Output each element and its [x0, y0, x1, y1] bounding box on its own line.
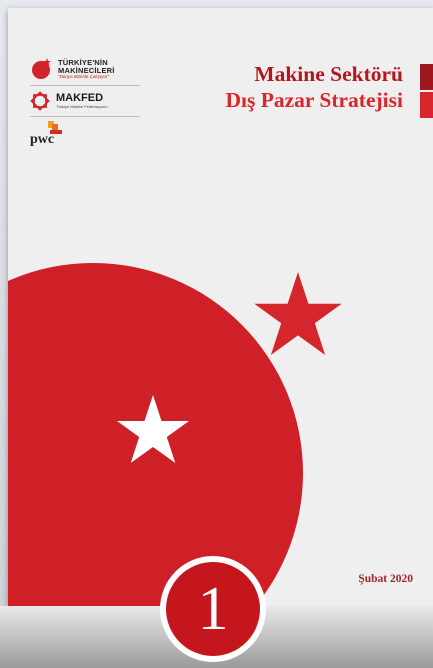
makfed-name: MAKFED	[56, 92, 104, 105]
makfed-knot-icon	[30, 91, 50, 111]
pwc-logo: pwc	[30, 121, 142, 158]
pwc-wordmark: pwc	[30, 132, 55, 147]
logo-group: TÜRKİYE'NİN MAKİNECİLERİ "Dünya Bizimle …	[30, 58, 142, 158]
logo-divider	[30, 116, 140, 117]
tm-slogan: "Dünya Bizimle Çalışıyor"	[58, 73, 109, 79]
red-globe-star-icon	[32, 58, 51, 79]
makfed-logo: MAKFED Türkiye Makine Federasyonu	[30, 91, 142, 111]
title-line2: Dış Pazar Stratejisi	[225, 87, 403, 112]
report-cover[interactable]: TÜRKİYE'NİN MAKİNECİLERİ "Dünya Bizimle …	[8, 8, 433, 606]
title-accent-bar-top	[420, 64, 433, 90]
logo-divider	[30, 85, 140, 86]
publication-date: Şubat 2020	[358, 573, 413, 585]
title-accent-bar-bottom	[420, 92, 433, 118]
report-title: Makine Sektörü Dış Pazar Stratejisi	[225, 62, 403, 114]
turkiyenin-makinecileri-logo: TÜRKİYE'NİN MAKİNECİLERİ "Dünya Bizimle …	[30, 58, 142, 80]
badge-number: 1	[166, 562, 260, 656]
red-star-icon	[254, 272, 342, 355]
title-line1: Makine Sektörü	[254, 62, 403, 86]
number-badge: 1	[160, 556, 266, 662]
makfed-subtitle: Türkiye Makine Federasyonu	[56, 103, 108, 109]
